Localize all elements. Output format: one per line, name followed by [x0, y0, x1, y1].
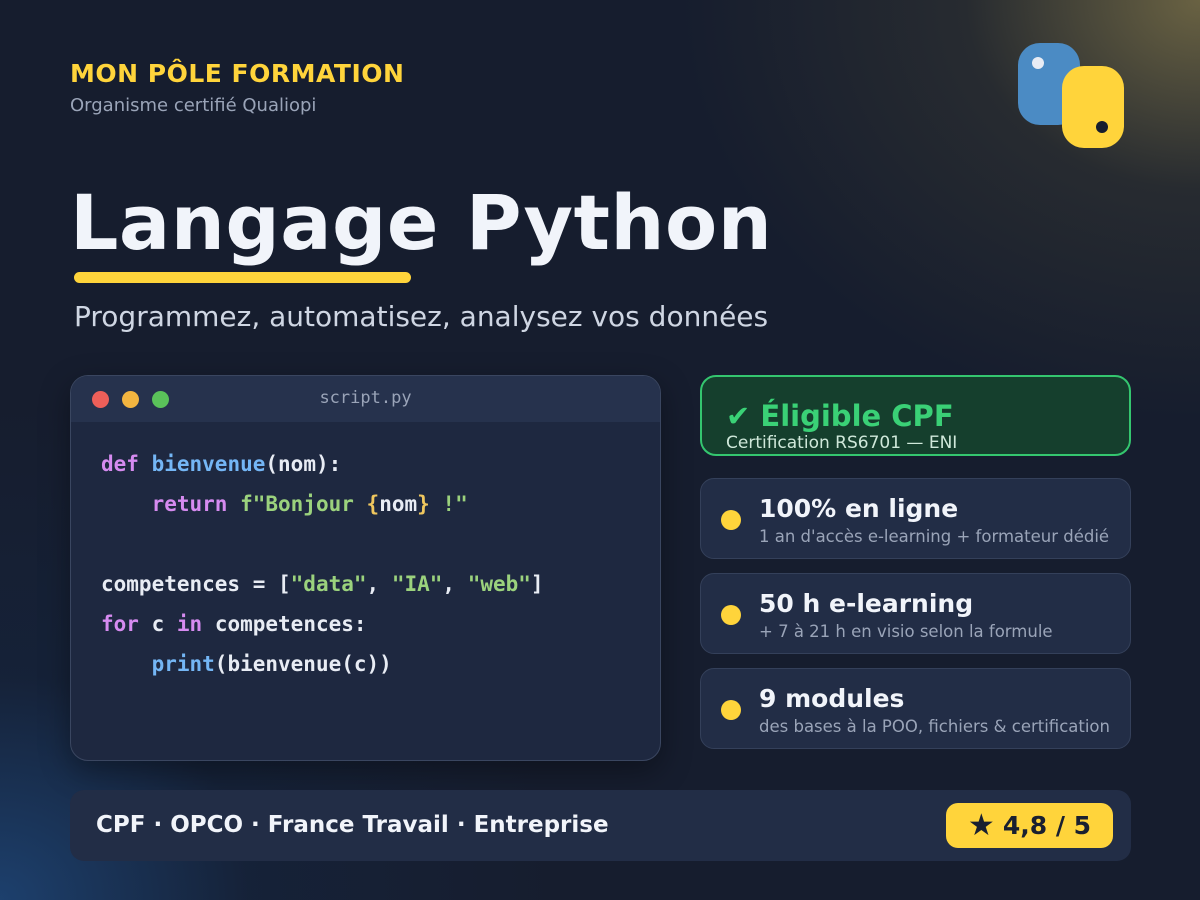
code-window-titlebar: script.py [71, 376, 660, 422]
code-text: (nom): [265, 452, 342, 476]
code-line-1: def bienvenue(nom): [101, 444, 660, 484]
funding-options: CPF · OPCO · France Travail · Entreprise [96, 812, 609, 838]
page-subtitle: Programmez, automatisez, analysez vos do… [74, 300, 769, 333]
cpf-subtitle: Certification RS6701 — ENI [726, 433, 958, 453]
check-icon: ✔ [726, 399, 751, 433]
code-text: ] [530, 572, 544, 596]
code-keyword: return [151, 492, 228, 516]
code-text: (bienvenue(c)) [214, 652, 392, 676]
code-line-6: print(bienvenue(c)) [101, 644, 660, 684]
cpf-eligibility-card: ✔ Éligible CPF Certification RS6701 — EN… [700, 375, 1131, 456]
code-brace: } [417, 492, 430, 516]
feature-card-elearning: 50 h e-learning + 7 à 21 h en visio selo… [700, 573, 1131, 654]
brand-subtitle: Organisme certifié Qualiopi [70, 95, 317, 116]
code-text: , [366, 572, 392, 596]
feature-subtitle: + 7 à 21 h en visio selon la formule [759, 622, 1053, 641]
funding-footer: CPF · OPCO · France Travail · Entreprise… [70, 790, 1131, 861]
python-logo-icon [1018, 43, 1124, 149]
feature-card-online: 100% en ligne 1 an d'accès e-learning + … [700, 478, 1131, 559]
code-line-4: competences = ["data", "IA", "web"] [101, 564, 660, 604]
bullet-dot-icon [721, 605, 741, 625]
code-keyword: in [176, 612, 203, 636]
code-filename: script.py [319, 388, 412, 408]
code-string: "data" [290, 572, 367, 596]
code-text: competences = [ [101, 572, 291, 596]
code-brace: { [366, 492, 380, 516]
logo-eye-top [1032, 57, 1044, 69]
brand-name: MON PÔLE FORMATION [70, 59, 405, 88]
feature-title: 9 modules [759, 684, 905, 713]
page-title: Langage Python [70, 178, 773, 267]
code-string: "web" [467, 572, 531, 596]
code-line-5: for c in competences: [101, 604, 660, 644]
cpf-title: ✔ Éligible CPF [726, 399, 954, 433]
feature-title: 100% en ligne [759, 494, 959, 523]
code-line-2: return f"Bonjour {nom} !" [101, 484, 660, 524]
feature-subtitle: des bases à la POO, fichiers & certifica… [759, 717, 1110, 736]
code-text: c [138, 612, 177, 636]
code-string: "IA" [391, 572, 443, 596]
bullet-dot-icon [721, 700, 741, 720]
feature-title: 50 h e-learning [759, 589, 974, 618]
code-keyword: for [101, 612, 139, 636]
code-text: , [442, 572, 468, 596]
code-text: nom [379, 492, 418, 516]
code-string: f"Bonjour [240, 492, 367, 516]
code-block: def bienvenue(nom): return f"Bonjour {no… [71, 422, 660, 684]
star-icon: ★ [967, 808, 995, 843]
code-function: bienvenue [151, 452, 266, 476]
feature-card-modules: 9 modules des bases à la POO, fichiers &… [700, 668, 1131, 749]
code-keyword: def [101, 452, 139, 476]
feature-subtitle: 1 an d'accès e-learning + formateur dédi… [759, 527, 1110, 546]
code-text: competences: [202, 612, 367, 636]
rating-value: 4,8 / 5 [1002, 811, 1092, 840]
code-string: !" [429, 492, 468, 516]
cpf-title-text: Éligible CPF [760, 399, 954, 433]
bullet-dot-icon [721, 510, 741, 530]
logo-eye-bottom [1096, 121, 1108, 133]
code-window: script.py def bienvenue(nom): return f"B… [70, 375, 661, 761]
rating-badge: ★ 4,8 / 5 [946, 803, 1113, 848]
code-function: print [151, 652, 215, 676]
logo-yellow-part [1062, 66, 1124, 148]
title-underline [74, 272, 411, 283]
